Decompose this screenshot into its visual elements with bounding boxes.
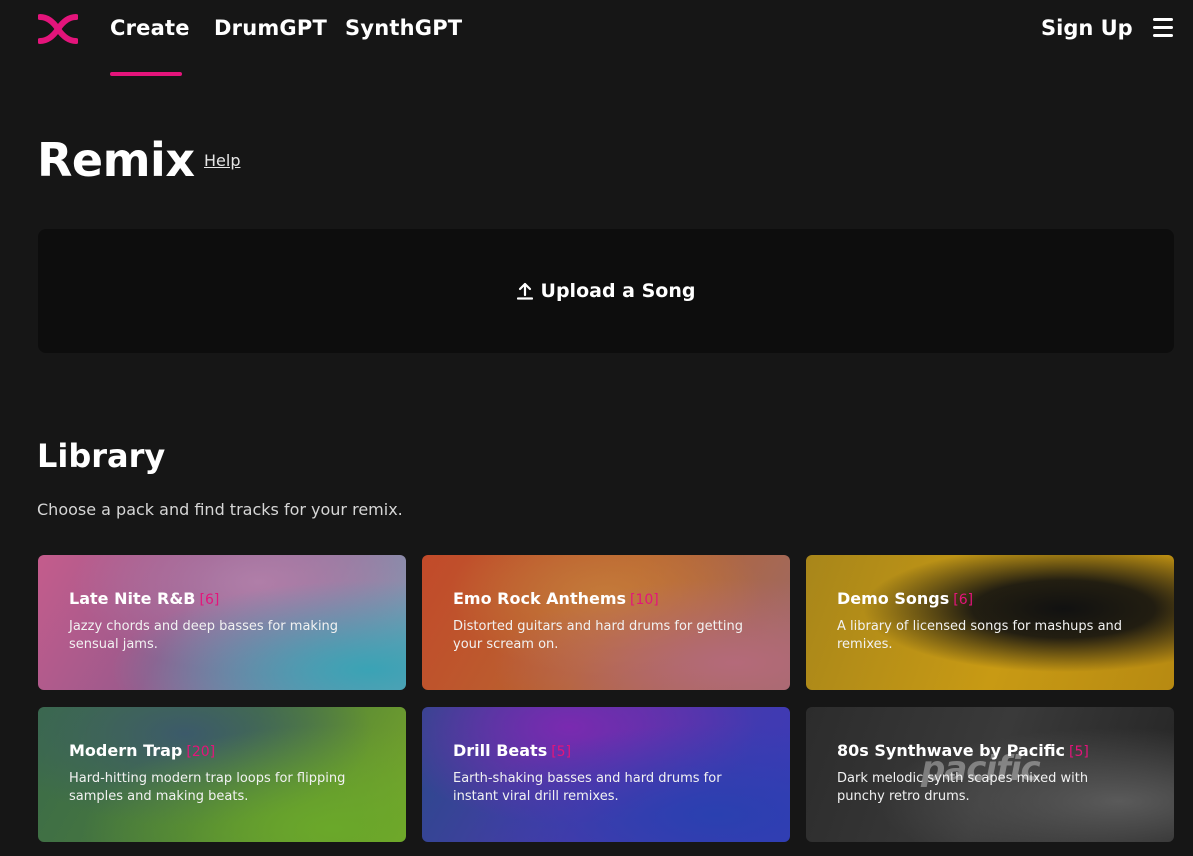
pack-title: Emo Rock Anthems [10]	[453, 589, 659, 608]
pack-title: Late Nite R&B [6]	[69, 589, 220, 608]
pack-card-late-nite-rnb[interactable]: Late Nite R&B [6] Jazzy chords and deep b…	[38, 555, 406, 690]
upload-content: Upload a Song	[516, 280, 696, 302]
pack-card-80s-synthwave[interactable]: pacific 80s Synthwave by Pacific [5] Dark…	[806, 707, 1174, 842]
page-title: Remix	[37, 133, 195, 187]
pack-description: Distorted guitars and hard drums for get…	[453, 619, 743, 652]
pack-card-modern-trap[interactable]: Modern Trap [20] Hard-hitting modern trap…	[38, 707, 406, 842]
pack-title: Drill Beats [5]	[453, 741, 572, 760]
pack-description: Earth-shaking basses and hard drums for …	[453, 771, 722, 804]
pack-description: A library of licensed songs for mashups …	[837, 619, 1123, 652]
upload-label: Upload a Song	[540, 280, 696, 302]
pack-description: Jazzy chords and deep basses for making …	[69, 619, 339, 652]
app-logo-icon[interactable]	[38, 14, 78, 44]
hamburger-menu-icon[interactable]	[1153, 18, 1173, 38]
nav-tab-create[interactable]: Create	[110, 16, 190, 40]
top-navigation: Create DrumGPT SynthGPT Sign Up	[0, 0, 1193, 78]
nav-tab-synthgpt[interactable]: SynthGPT	[345, 16, 462, 40]
pack-count: [5]	[551, 744, 572, 760]
active-tab-indicator	[110, 72, 182, 76]
pack-title: Modern Trap [20]	[69, 741, 216, 760]
library-subtitle: Choose a pack and find tracks for your r…	[37, 500, 403, 519]
pack-title: Demo Songs [6]	[837, 589, 974, 608]
help-link[interactable]: Help	[204, 151, 240, 170]
pack-description: Dark melodic synth scapes mixed with pun…	[837, 771, 1089, 804]
pack-card-emo-rock-anthems[interactable]: Emo Rock Anthems [10] Distorted guitars a…	[422, 555, 790, 690]
sign-up-button[interactable]: Sign Up	[1041, 16, 1133, 40]
upload-icon	[516, 282, 533, 300]
nav-tab-drumgpt[interactable]: DrumGPT	[214, 16, 327, 40]
pack-title: 80s Synthwave by Pacific [5]	[837, 741, 1089, 760]
pack-count: [5]	[1069, 744, 1089, 760]
pack-count: [10]	[630, 592, 659, 608]
upload-song-button[interactable]: Upload a Song	[38, 229, 1174, 353]
pack-count: [6]	[199, 592, 220, 608]
pack-card-demo-songs[interactable]: Demo Songs [6] A library of licensed song…	[806, 555, 1174, 690]
pack-count: [20]	[186, 744, 216, 760]
pack-card-drill-beats[interactable]: Drill Beats [5] Earth-shaking basses and …	[422, 707, 790, 842]
pack-count: [6]	[953, 592, 974, 608]
pack-description: Hard-hitting modern trap loops for flipp…	[69, 771, 346, 804]
library-title: Library	[37, 437, 166, 475]
